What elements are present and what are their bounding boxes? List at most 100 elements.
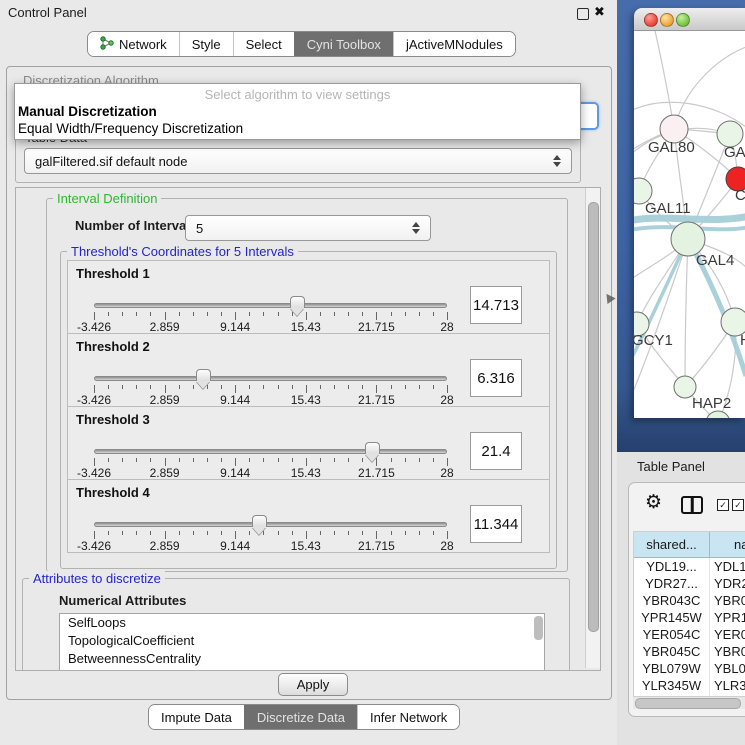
split-columns-icon[interactable]: [681, 496, 703, 514]
tab-discretize-data[interactable]: Discretize Data: [244, 705, 357, 729]
tick-mark: [150, 385, 151, 389]
column-header-name[interactable]: na: [710, 532, 745, 557]
threshold-value-field[interactable]: 21.4: [470, 432, 522, 470]
tick-mark: [235, 458, 236, 466]
threshold-value-field[interactable]: 6.316: [470, 359, 522, 397]
checkbox-icon[interactable]: ✓: [717, 499, 729, 511]
table-row[interactable]: YBR045CYBR0: [634, 643, 745, 660]
tick-mark: [94, 531, 95, 539]
table-row[interactable]: YDL19...YDL1: [634, 558, 745, 575]
tick-label: 28: [440, 539, 453, 553]
table-row[interactable]: YPR145WYPR1: [634, 609, 745, 626]
slider-handle[interactable]: [252, 515, 267, 535]
list-item[interactable]: SelfLoops: [60, 614, 544, 632]
network-window-titlebar[interactable]: [634, 8, 745, 31]
numerical-attributes-list[interactable]: SelfLoopsTopologicalCoefficientBetweenne…: [59, 613, 545, 671]
zoom-traffic-light-icon[interactable]: [676, 13, 690, 27]
tab-cyni-toolbox[interactable]: Cyni Toolbox: [294, 32, 393, 56]
tab-infer-network[interactable]: Infer Network: [357, 705, 459, 729]
tick-label: 15.43: [291, 320, 321, 334]
threshold-value-field[interactable]: 14.713: [470, 286, 522, 324]
cell-name: YDR2: [710, 575, 745, 592]
gear-icon[interactable]: ⚙: [645, 493, 662, 512]
graph-node-gal4[interactable]: [671, 222, 705, 256]
scrollbar-thumb[interactable]: [635, 698, 741, 709]
node-label: GAL11: [645, 200, 691, 217]
apply-button[interactable]: Apply: [278, 673, 348, 696]
list-scrollbar-thumb[interactable]: [534, 616, 543, 640]
network-view-window: GAL80GACGAL11GAL4GCY1HHAP2: [634, 8, 745, 418]
tick-label: 2.859: [150, 466, 180, 480]
algorithm-option-equal-width[interactable]: Equal Width/Frequency Discretization: [15, 120, 580, 137]
tick-mark: [348, 458, 349, 462]
tick-mark: [136, 312, 137, 316]
tick-mark: [108, 531, 109, 535]
tick-mark: [249, 312, 250, 316]
node-label: GAL80: [648, 139, 695, 156]
minimize-traffic-light-icon[interactable]: [660, 13, 674, 27]
table-row[interactable]: YLR345WYLR3: [634, 677, 745, 694]
settings-scrollpane: Interval Definition Number of Intervals …: [15, 187, 601, 671]
number-of-intervals-value: 5: [186, 221, 203, 236]
close-traffic-light-icon[interactable]: [644, 13, 658, 27]
table-row[interactable]: YDR27...YDR2: [634, 575, 745, 592]
tab-style[interactable]: Style: [179, 32, 233, 56]
combo-spinner-icon: [412, 222, 420, 234]
tick-mark: [334, 312, 335, 316]
tick-mark: [419, 385, 420, 389]
checkbox-icon[interactable]: ✓: [732, 499, 744, 511]
tick-mark: [362, 312, 363, 316]
slider-handle[interactable]: [196, 369, 211, 389]
tick-mark: [405, 312, 406, 316]
list-item[interactable]: BetweennessCentrality: [60, 650, 544, 668]
network-icon: [100, 36, 114, 50]
table-row[interactable]: YER054CYER0: [634, 626, 745, 643]
slider-track[interactable]: [94, 522, 447, 527]
algorithm-hint: Select algorithm to view settings: [15, 86, 580, 103]
horizontal-scrollbar[interactable]: [633, 697, 745, 709]
threshold-row: Threshold 2-3.4262.8599.14415.4321.71528…: [67, 333, 550, 407]
cell-shared-name: YBR045C: [634, 643, 710, 660]
table-row[interactable]: YBR043CYBR0: [634, 592, 745, 609]
cell-shared-name: YDR27...: [634, 575, 710, 592]
algorithm-option-manual[interactable]: Manual Discretization: [15, 103, 580, 120]
network-canvas[interactable]: GAL80GACGAL11GAL4GCY1HHAP2: [634, 31, 745, 418]
tab-impute-data[interactable]: Impute Data: [149, 705, 244, 729]
node-label: C: [735, 187, 745, 204]
tick-mark: [348, 531, 349, 535]
table-row[interactable]: YBL079WYBL0: [634, 660, 745, 677]
cell-shared-name: YDL19...: [634, 558, 710, 575]
tick-mark: [193, 458, 194, 462]
slider-track[interactable]: [94, 303, 447, 308]
column-header-shared-name[interactable]: shared...: [634, 532, 710, 557]
slider-handle[interactable]: [365, 442, 380, 462]
slider-track[interactable]: [94, 376, 447, 381]
table-data-combobox[interactable]: galFiltered.sif default node: [24, 148, 572, 174]
cell-name: YPR1: [710, 609, 745, 626]
tick-mark: [391, 312, 392, 316]
close-icon[interactable]: ✖: [594, 4, 605, 20]
number-of-intervals-combobox[interactable]: 5: [185, 215, 431, 241]
slider-track[interactable]: [94, 449, 447, 454]
vertical-scrollbar[interactable]: [585, 188, 600, 668]
float-window-icon[interactable]: [577, 8, 589, 20]
tick-mark: [278, 458, 279, 462]
tick-mark: [122, 531, 123, 535]
slider-handle[interactable]: [290, 296, 305, 316]
threshold-value-field[interactable]: 11.344: [470, 505, 522, 543]
tick-mark: [150, 531, 151, 535]
tick-mark: [207, 458, 208, 462]
table-panel: ⚙ ✓ ✓ shared... na YDL19...YDL1YDR27...Y…: [628, 482, 745, 717]
tick-mark: [94, 312, 95, 320]
graph-node[interactable]: [706, 411, 730, 418]
node-table: shared... na YDL19...YDL1YDR27...YDR2YBR…: [633, 531, 745, 697]
tab-select[interactable]: Select: [233, 32, 294, 56]
tab-network[interactable]: Network: [88, 32, 179, 56]
tab-jactivemnodules[interactable]: jActiveMNodules: [393, 32, 515, 56]
tick-label: 28: [440, 393, 453, 407]
table-rows: YDL19...YDL1YDR27...YDR2YBR043CYBR0YPR14…: [634, 558, 745, 697]
tick-mark: [433, 531, 434, 535]
list-item[interactable]: TopologicalCoefficient: [60, 632, 544, 650]
tick-mark: [207, 531, 208, 535]
scrollbar-thumb[interactable]: [588, 202, 599, 632]
